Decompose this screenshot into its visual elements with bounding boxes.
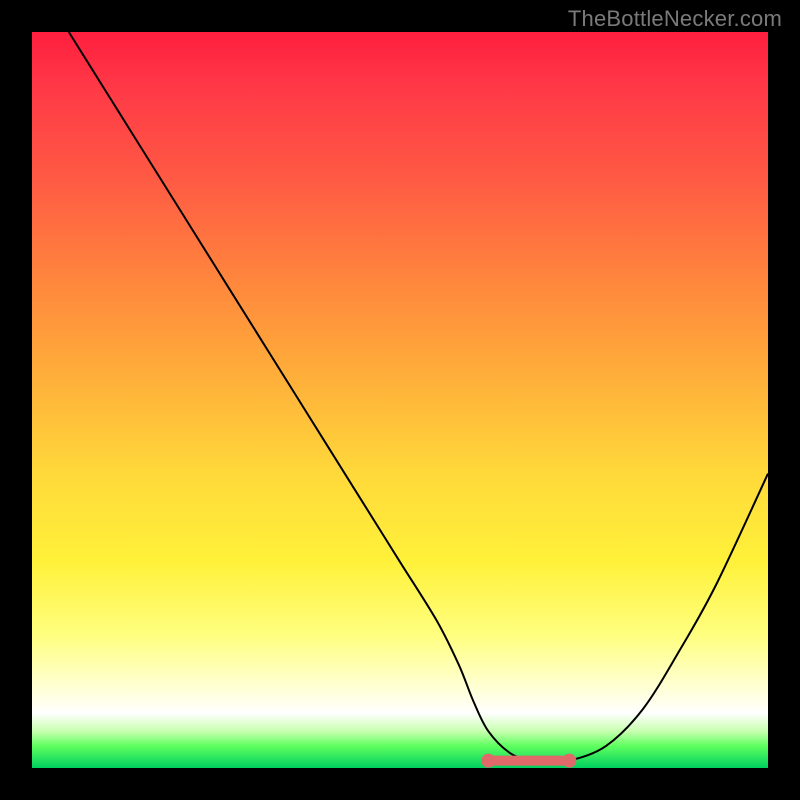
chart-frame: TheBottleNecker.com [0, 0, 800, 800]
highlight-dot-left [481, 754, 495, 768]
plot-area [32, 32, 768, 768]
watermark-text: TheBottleNecker.com [568, 6, 782, 32]
bottleneck-curve [69, 32, 768, 762]
highlight-dot-right [562, 754, 576, 768]
chart-svg [32, 32, 768, 768]
